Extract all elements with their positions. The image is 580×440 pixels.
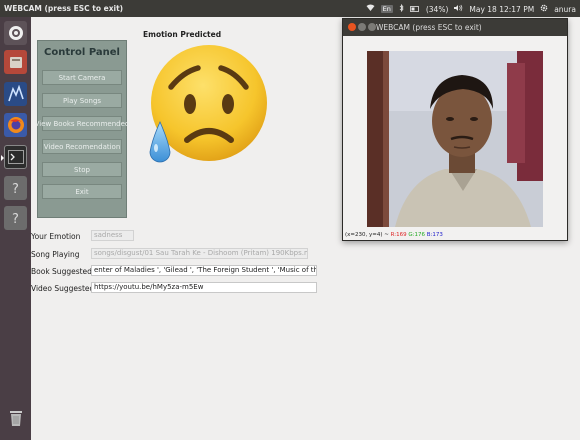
battery-icon[interactable] xyxy=(409,5,420,14)
terminal-icon[interactable] xyxy=(1,145,27,169)
system-tray: En (34%) May 18 12:17 PM anura xyxy=(366,3,576,14)
webcam-window-title: WEBCAM (press ESC to exit) xyxy=(376,23,482,32)
firefox-icon[interactable] xyxy=(4,113,27,137)
stop-button[interactable]: Stop xyxy=(42,162,122,177)
status-red: R:169 xyxy=(390,232,407,238)
status-coords: (x=230, y=4) ~ xyxy=(345,232,389,238)
maximize-icon[interactable] xyxy=(368,23,376,31)
book-label: Book Suggested xyxy=(31,267,92,276)
files-icon[interactable] xyxy=(4,50,27,74)
wifi-icon[interactable] xyxy=(366,4,375,14)
control-panel: Control Panel Start Camera Play Songs Vi… xyxy=(35,40,129,218)
trash-icon[interactable] xyxy=(4,406,27,430)
webcam-feed xyxy=(367,51,543,227)
emotion-predicted-label: Emotion Predicted xyxy=(143,30,222,39)
pixel-status-bar: (x=230, y=4) ~ R:169 G:176 B:173 xyxy=(345,232,443,238)
dash-icon[interactable] xyxy=(4,21,27,45)
svg-text:?: ? xyxy=(12,212,19,226)
active-window-title: WEBCAM (press ESC to exit) xyxy=(4,4,124,13)
help-icon[interactable]: ? xyxy=(4,206,27,230)
help-icon[interactable]: ? xyxy=(4,176,27,200)
webcam-titlebar[interactable]: WEBCAM (press ESC to exit) xyxy=(343,19,567,36)
book-field[interactable]: enter of Maladies ', 'Gilead ', 'The For… xyxy=(91,265,317,276)
emotion-field: sadness xyxy=(91,230,134,241)
video-recommendation-button[interactable]: Video Recomendation xyxy=(42,139,122,154)
battery-percent: (34%) xyxy=(425,4,449,14)
start-camera-button[interactable]: Start Camera xyxy=(42,70,122,85)
top-panel: WEBCAM (press ESC to exit) En (34%) May … xyxy=(0,0,580,17)
control-panel-title: Control Panel xyxy=(44,47,120,58)
close-icon[interactable] xyxy=(348,23,356,31)
status-blue: B:173 xyxy=(426,232,443,238)
play-songs-button[interactable]: Play Songs xyxy=(42,93,122,108)
browser-icon[interactable] xyxy=(4,82,27,106)
song-field: songs/disgust/01 Sau Tarah Ke - Dishoom … xyxy=(91,248,308,259)
keyboard-icon[interactable]: En xyxy=(380,5,393,13)
view-books-button[interactable]: View Books Recommended xyxy=(35,116,129,131)
status-green: G:176 xyxy=(408,232,426,238)
launcher: ? ? xyxy=(0,17,31,440)
clock[interactable]: May 18 12:17 PM xyxy=(469,5,534,14)
exit-button[interactable]: Exit xyxy=(42,184,122,199)
svg-text:?: ? xyxy=(12,182,19,196)
volume-icon[interactable] xyxy=(454,4,463,14)
video-label: Video Suggested xyxy=(31,284,95,293)
webcam-window[interactable]: WEBCAM (press ESC to exit) (x=230, y=4) … xyxy=(342,18,568,241)
gear-icon[interactable] xyxy=(540,4,548,14)
bluetooth-icon[interactable] xyxy=(399,3,404,14)
emotion-label: Your Emotion xyxy=(31,232,81,241)
user-name[interactable]: anura xyxy=(554,5,576,14)
song-label: Song Playing xyxy=(31,250,80,259)
video-field[interactable]: https://youtu.be/hMy5za-m5Ew xyxy=(91,282,317,293)
sad-emoji-image xyxy=(143,40,268,170)
minimize-icon[interactable] xyxy=(358,23,366,31)
